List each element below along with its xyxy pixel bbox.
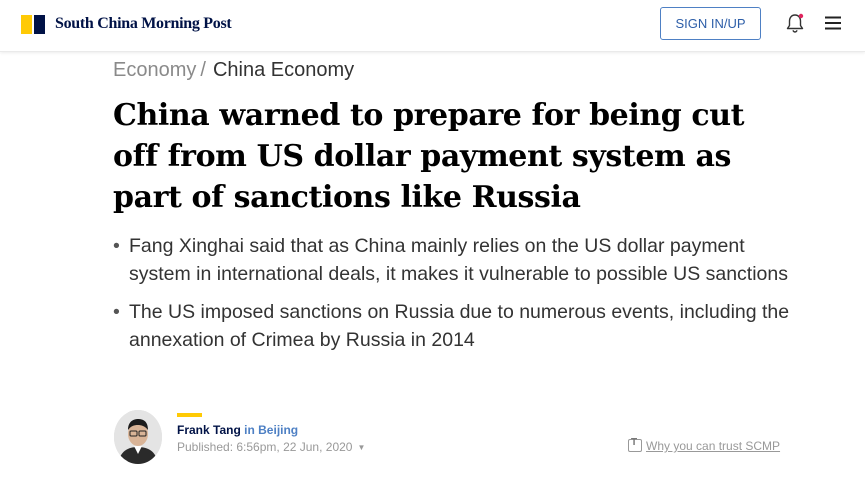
author-location: in Beijing: [244, 423, 299, 437]
breadcrumb-current-link[interactable]: China Economy: [213, 59, 354, 81]
notification-dot-icon: [798, 13, 804, 19]
caret-down-icon[interactable]: ▼: [357, 443, 365, 452]
sign-in-button[interactable]: SIGN IN/UP: [660, 7, 761, 40]
scmp-logo-icon[interactable]: [21, 15, 45, 34]
article-summary-list: Fang Xinghai said that as China mainly r…: [113, 232, 803, 364]
author-photo-icon: [114, 410, 162, 464]
trust-icon: T: [628, 437, 642, 453]
menu-icon[interactable]: [824, 14, 842, 32]
breadcrumb-separator: /: [200, 59, 206, 81]
brand-wordmark[interactable]: South China Morning Post: [55, 15, 232, 33]
summary-item: The US imposed sanctions on Russia due t…: [113, 298, 803, 354]
article-headline: China warned to prepare for being cut of…: [113, 98, 745, 215]
author-accent-bar: [177, 413, 202, 417]
breadcrumb: Economy / China Economy: [113, 59, 354, 82]
trust-link-text[interactable]: Why you can trust SCMP: [646, 439, 780, 453]
logo-navy-block: [34, 15, 45, 34]
published-date-text: Published: 6:56pm, 22 Jun, 2020: [177, 440, 353, 454]
logo-yellow-block: [21, 15, 32, 34]
author-avatar[interactable]: [114, 410, 162, 464]
author-name-link[interactable]: Frank Tang: [177, 423, 241, 437]
summary-item: Fang Xinghai said that as China mainly r…: [113, 232, 803, 288]
trust-scmp-link[interactable]: T Why you can trust SCMP: [628, 437, 780, 453]
breadcrumb-section-link[interactable]: Economy: [113, 59, 196, 81]
top-navigation-bar: South China Morning Post SIGN IN/UP: [0, 0, 865, 52]
published-date[interactable]: Published: 6:56pm, 22 Jun, 2020 ▼: [177, 440, 365, 454]
bell-icon[interactable]: [784, 12, 806, 34]
author-byline: Frank Tang in Beijing: [177, 423, 298, 437]
